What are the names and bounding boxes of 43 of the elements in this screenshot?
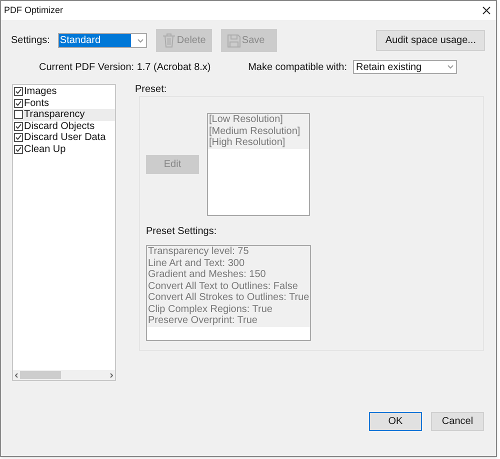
panel-item[interactable]: Discard User Data (13, 132, 115, 144)
panel-item[interactable]: Discard Objects (13, 120, 115, 132)
dialog-button[interactable]: Cancel (431, 412, 484, 431)
checkbox[interactable] (14, 133, 23, 142)
preset-list[interactable]: [Low Resolution] [Medium Resolution] [High Resolution] (207, 113, 310, 216)
panel-item[interactable]: Transparency (13, 109, 115, 120)
settings-dropdown[interactable]: Standard (58, 33, 147, 48)
checkbox[interactable] (14, 122, 23, 131)
close-icon[interactable] (482, 6, 491, 15)
compatibility-value: Retain existing (355, 60, 423, 74)
window-title: PDF Optimizer (4, 4, 64, 17)
caret-icon (136, 38, 144, 42)
preset-settings-label: Preset Settings: (146, 225, 218, 239)
panel-label: Clean Up (24, 142, 66, 157)
checkbox[interactable] (14, 144, 23, 154)
preset-label: Preset: (135, 84, 168, 96)
preset-item[interactable]: [Low Resolution] (208, 114, 309, 126)
compatibility-label: Make compatible with: (248, 60, 347, 74)
panel-label: Discard Objects (24, 120, 95, 132)
checkbox[interactable] (14, 98, 23, 108)
settings-label: Settings: (11, 34, 50, 48)
panel-label: Transparency (24, 108, 85, 122)
panel-item[interactable]: Images (13, 86, 115, 98)
compatibility-dropdown[interactable]: Retain existing (353, 60, 457, 74)
panel-label: Fonts (24, 96, 50, 110)
dialog-button[interactable]: OK (369, 412, 422, 431)
panel-item[interactable]: Clean Up (13, 144, 115, 155)
preset-item[interactable]: [Medium Resolution] (208, 126, 309, 137)
scroll-left-icon[interactable] (15, 372, 18, 378)
settings-value: Standard (58, 34, 131, 47)
caret-icon (447, 65, 454, 69)
checkbox[interactable] (14, 110, 23, 120)
checkbox[interactable] (14, 87, 23, 96)
scroll-right-icon[interactable] (110, 372, 113, 378)
audit-button[interactable]: Audit space usage... (376, 30, 485, 51)
preset-item[interactable]: [High Resolution] (208, 137, 309, 148)
trash-icon (162, 33, 176, 48)
panel-label: Discard User Data (24, 132, 106, 144)
pdf-version-text: Current PDF Version: 1.7 (Acrobat 8.x) (39, 60, 211, 74)
scrollbar-thumb[interactable] (20, 371, 61, 379)
panel-label: Images (24, 85, 57, 99)
horizontal-scrollbar[interactable] (13, 370, 115, 380)
panel-item[interactable]: Fonts (13, 98, 115, 109)
